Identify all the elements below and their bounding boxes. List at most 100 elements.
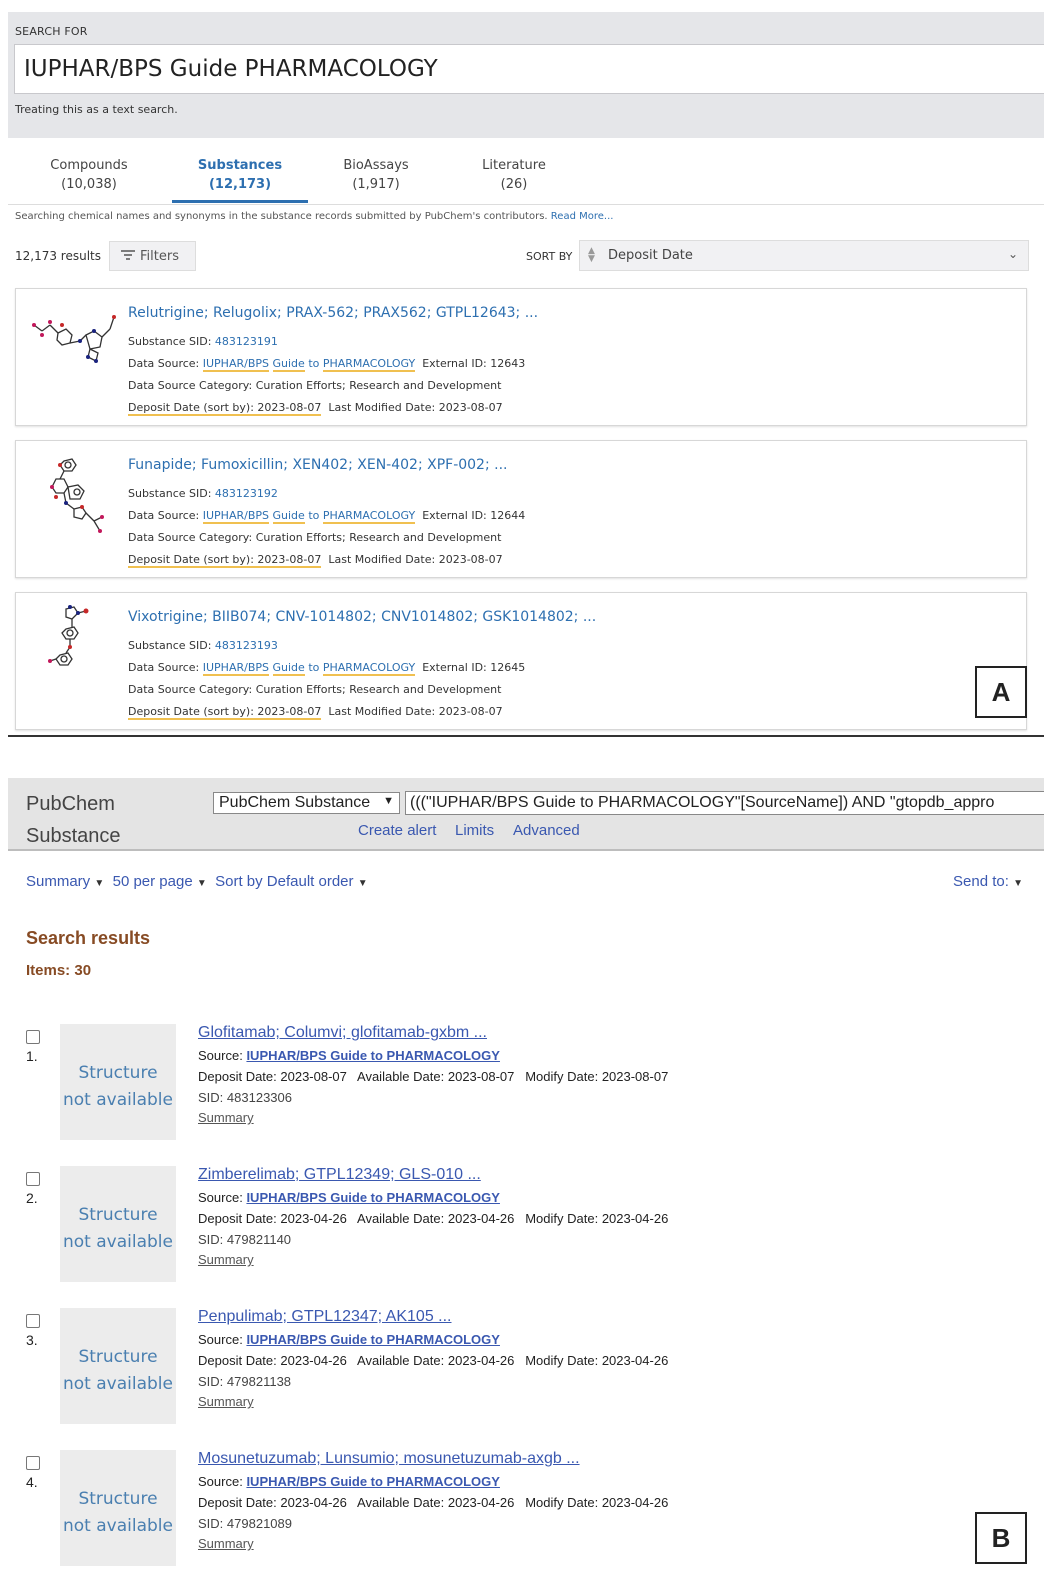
search-input[interactable]: IUPHAR/BPS Guide PHARMACOLOGY	[14, 44, 1044, 94]
display-settings[interactable]: Summary ▼ 50 per page ▼ Sort by Default …	[26, 873, 368, 890]
tab-label: Substances	[197, 158, 283, 173]
source-link[interactable]: IUPHAR/BPS Guide to PHARMACOLOGY	[246, 1048, 500, 1063]
source-link[interactable]: IUPHAR/BPS	[202, 661, 269, 676]
item-number: 2.	[26, 1190, 38, 1206]
result-title-link[interactable]: Penpulimab; GTPL12347; AK105 ...	[198, 1308, 452, 1326]
source-link[interactable]: Guide	[272, 509, 305, 524]
source-link[interactable]: Guide	[272, 661, 305, 676]
deposit-label: Deposit Date:	[198, 1495, 277, 1510]
source-link[interactable]: PHARMACOLOGY	[322, 357, 416, 372]
modify-date: 2023-04-26	[601, 1495, 669, 1510]
source-label: Source:	[198, 1190, 243, 1205]
dates-line: Deposit Date: 2023-04-26 Available Date:…	[198, 1353, 668, 1368]
summary-format[interactable]: Summary	[26, 873, 90, 890]
sid-line: SID: 479821138	[198, 1374, 291, 1389]
available-date: 2023-04-26	[447, 1495, 515, 1510]
source-line: Source: IUPHAR/BPS Guide to PHARMACOLOGY	[198, 1474, 500, 1489]
select-checkbox[interactable]	[26, 1030, 40, 1044]
create-alert-link[interactable]: Create alert	[358, 822, 436, 839]
dates-line: Deposit Date (sort by): 2023-08-07 Last …	[128, 705, 503, 720]
result-title-link[interactable]: Glofitamab; Columvi; glofitamab-gxbm ...	[198, 1024, 487, 1042]
result-title-link[interactable]: Mosunetuzumab; Lunsumio; mosunetuzumab-a…	[198, 1450, 580, 1468]
source-label: Source:	[198, 1474, 243, 1489]
sid-line: SID: 479821140	[198, 1232, 291, 1247]
send-to-label: Send to:	[953, 873, 1009, 890]
results-count: 12,173 results	[15, 249, 102, 263]
source-link[interactable]: IUPHAR/BPS	[202, 357, 269, 372]
source-link[interactable]: IUPHAR/BPS	[202, 509, 269, 524]
modify-label: Modify Date:	[525, 1353, 599, 1368]
item-number: 3.	[26, 1332, 38, 1348]
sid-value: 483123306	[226, 1090, 292, 1105]
source-link[interactable]: IUPHAR/BPS Guide to PHARMACOLOGY	[246, 1332, 500, 1347]
external-id: 12643	[490, 357, 526, 370]
sort-select[interactable]: Sort by Default order	[215, 873, 353, 890]
read-more-link[interactable]: Read More...	[551, 211, 614, 222]
caret-down-icon: ▼	[1013, 878, 1023, 889]
summary-link[interactable]: Summary	[198, 1252, 254, 1267]
structure-not-available-image: Structure not available	[60, 1450, 176, 1566]
modified-date: 2023-08-07	[438, 705, 503, 718]
sid-value: 479821138	[226, 1374, 292, 1389]
query-input[interactable]: ((("IUPHAR/BPS Guide to PHARMACOLOGY"[So…	[405, 791, 1044, 815]
brand[interactable]: PubChem Substance	[26, 788, 121, 852]
available-date: 2023-08-07	[447, 1069, 515, 1084]
structure-text: not available	[63, 1232, 173, 1252]
sid-link[interactable]: 483123193	[215, 639, 278, 652]
send-to-menu[interactable]: Send to: ▼	[953, 873, 1023, 890]
caret-down-icon: ▼	[357, 878, 368, 889]
structure-text: not available	[63, 1090, 173, 1110]
structure-image	[50, 458, 104, 533]
result-title-link[interactable]: Funapide; Fumoxicillin; XEN402; XEN-402;…	[128, 457, 507, 473]
source-link[interactable]: IUPHAR/BPS Guide to PHARMACOLOGY	[246, 1190, 500, 1205]
tab-compounds[interactable]: Compounds (10,038)	[44, 156, 134, 194]
deposit-date: 2023-04-26	[280, 1495, 347, 1510]
structure-not-available-image: Structure not available	[60, 1166, 176, 1282]
panel-b-pubchem-legacy: PubChem Substance PubChem Substance ▼ ((…	[8, 778, 1044, 1581]
select-checkbox[interactable]	[26, 1456, 40, 1470]
filters-button[interactable]: Filters	[109, 241, 196, 271]
source-link[interactable]: IUPHAR/BPS Guide to PHARMACOLOGY	[246, 1474, 500, 1489]
sid-link[interactable]: 483123191	[215, 335, 278, 348]
category-line: Data Source Category: Curation Efforts; …	[128, 683, 501, 696]
select-checkbox[interactable]	[26, 1172, 40, 1186]
source-link[interactable]: PHARMACOLOGY	[322, 661, 416, 676]
modify-date: 2023-04-26	[601, 1353, 669, 1368]
sid-value: 479821089	[226, 1516, 292, 1531]
summary-link[interactable]: Summary	[198, 1110, 254, 1125]
structure-image	[32, 315, 116, 363]
result-title-link[interactable]: Relutrigine; Relugolix; PRAX-562; PRAX56…	[128, 305, 538, 321]
tab-literature[interactable]: Literature (26)	[474, 156, 554, 194]
source-link[interactable]: to	[308, 661, 319, 674]
category-value: Curation Efforts; Research and Developme…	[255, 683, 502, 696]
database-select[interactable]: PubChem Substance ▼	[213, 792, 400, 814]
deposit-label: Deposit Date:	[198, 1069, 277, 1084]
source-link[interactable]: PHARMACOLOGY	[322, 509, 416, 524]
tab-substances[interactable]: Substances (12,173)	[190, 156, 290, 194]
summary-link[interactable]: Summary	[198, 1536, 254, 1551]
source-link[interactable]: to	[308, 357, 319, 370]
tab-count: (1,917)	[352, 177, 400, 192]
active-tab-indicator	[172, 200, 308, 203]
deposit-label: Deposit Date:	[198, 1211, 277, 1226]
modified-label: Last Modified Date:	[328, 553, 436, 566]
tab-count: (10,038)	[61, 177, 117, 192]
result-title-link[interactable]: Vixotrigine; BIIB074; CNV-1014802; CNV10…	[128, 609, 596, 625]
source-link[interactable]: Guide	[272, 357, 305, 372]
available-label: Available Date:	[357, 1211, 445, 1226]
source-link[interactable]: to	[308, 509, 319, 522]
limits-link[interactable]: Limits	[455, 822, 494, 839]
sid-label: SID:	[198, 1090, 224, 1105]
per-page-select[interactable]: 50 per page	[113, 873, 193, 890]
brand-line2: Substance	[26, 825, 121, 847]
result-tabs: Compounds (10,038) Substances (12,173) B…	[8, 156, 1044, 204]
tab-bioassays[interactable]: BioAssays (1,917)	[334, 156, 418, 194]
result-title-link[interactable]: Zimberelimab; GTPL12349; GLS-010 ...	[198, 1166, 481, 1184]
sort-select[interactable]: ▲ ▼ Deposit Date ⌄	[579, 240, 1029, 271]
summary-link[interactable]: Summary	[198, 1394, 254, 1409]
tab-label: Compounds	[50, 158, 128, 173]
sid-link[interactable]: 483123192	[215, 487, 278, 500]
deposit-date-label: Deposit Date (sort by):	[128, 553, 254, 566]
select-checkbox[interactable]	[26, 1314, 40, 1328]
advanced-link[interactable]: Advanced	[513, 822, 580, 839]
